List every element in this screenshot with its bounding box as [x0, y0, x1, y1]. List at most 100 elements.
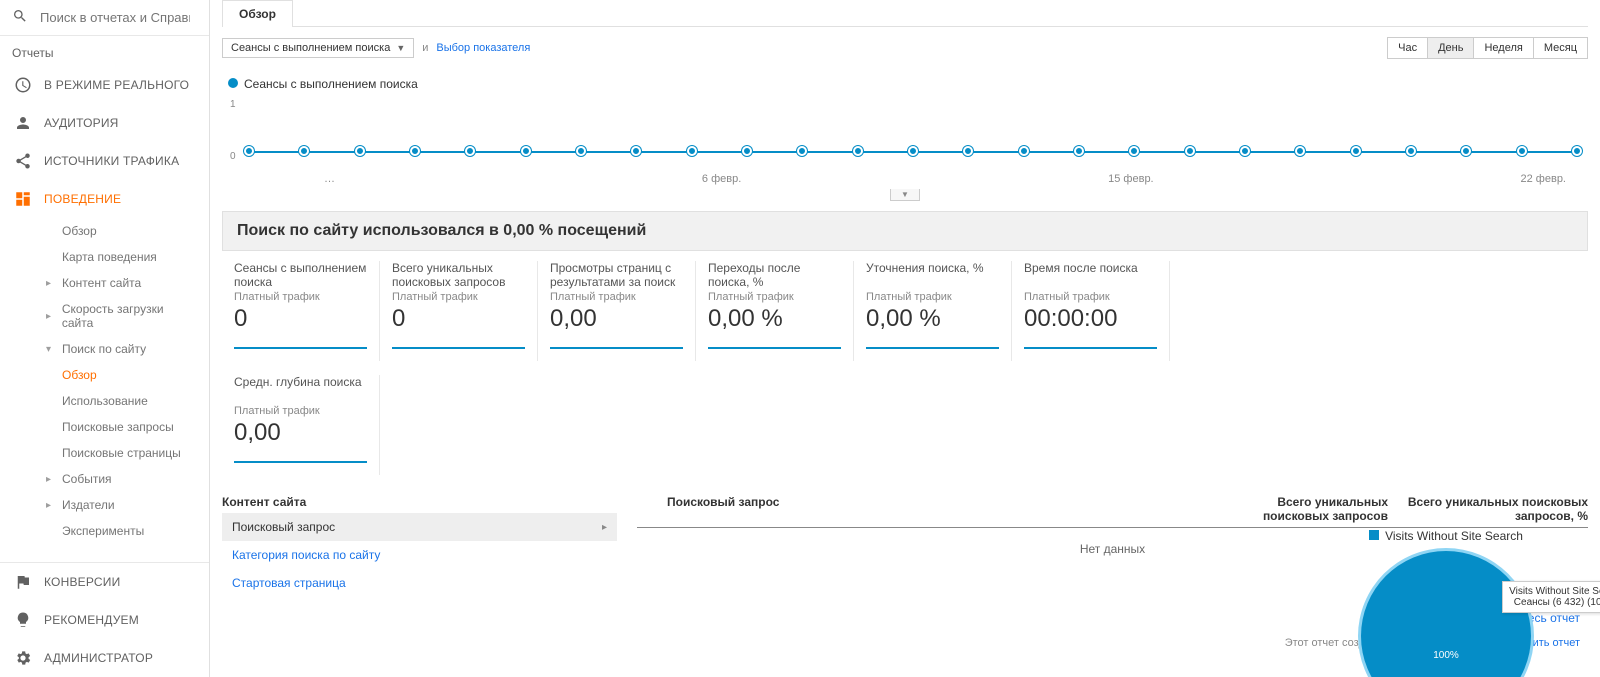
- sidebar-item-search-usage[interactable]: Использование: [26, 388, 209, 414]
- chart-point[interactable]: [1240, 146, 1250, 156]
- sub-label: Поисковые страницы: [62, 446, 181, 460]
- nav-realtime[interactable]: В РЕЖИМЕ РЕАЛЬНОГО: [0, 66, 209, 104]
- metric-title: Уточнения поиска, %: [866, 261, 999, 289]
- sidebar-item-experiments[interactable]: Эксперименты: [26, 518, 209, 544]
- chart-legend-label: Сеансы с выполнением поиска: [244, 77, 418, 91]
- chart-point[interactable]: [299, 146, 309, 156]
- sidebar-item-site-search[interactable]: ▾Поиск по сайту: [26, 336, 209, 362]
- sidebar-item-events[interactable]: ▸События: [26, 466, 209, 492]
- search-input[interactable]: [40, 10, 190, 25]
- sidebar-search[interactable]: [0, 0, 209, 36]
- clock-icon: [12, 76, 34, 94]
- sidebar-item-overview[interactable]: Обзор: [26, 218, 209, 244]
- chart-point[interactable]: [1129, 146, 1139, 156]
- metric-card[interactable]: Уточнения поиска, % Платный трафик 0,00 %: [854, 261, 1012, 361]
- dim-search-term[interactable]: Поисковый запрос ▸: [222, 513, 617, 541]
- chart-point[interactable]: [742, 146, 752, 156]
- sidebar: Отчеты В РЕЖИМЕ РЕАЛЬНОГО АУДИТОРИЯ ИСТО…: [0, 0, 210, 677]
- sidebar-item-site-speed[interactable]: ▸Скорость загрузки сайта: [26, 296, 209, 336]
- metric-card[interactable]: Время после поискаПлатный трафик00:00:00: [1012, 261, 1170, 361]
- chart-point[interactable]: [1295, 146, 1305, 156]
- pie-chart[interactable]: 100% Visits Without Site Search Сеансы (…: [1361, 551, 1531, 677]
- sidebar-item-behavior-flow[interactable]: Карта поведения: [26, 244, 209, 270]
- chart-point[interactable]: [244, 146, 254, 156]
- chart-point[interactable]: [1351, 146, 1361, 156]
- dim-start-page[interactable]: Стартовая страница: [222, 569, 617, 597]
- chart-point[interactable]: [355, 146, 365, 156]
- tab-overview[interactable]: Обзор: [222, 0, 293, 27]
- chart-point[interactable]: [410, 146, 420, 156]
- nav-admin[interactable]: АДМИНИСТРАТОР: [0, 639, 209, 677]
- usage-banner: Поиск по сайту использовался в 0,00 % по…: [222, 211, 1588, 251]
- time-hour[interactable]: Час: [1388, 38, 1428, 58]
- pie-center-label: 100%: [1433, 650, 1459, 661]
- metric-card[interactable]: Всего уникальных поисковых запросовПлатн…: [380, 261, 538, 361]
- sub-label: Издатели: [62, 498, 115, 512]
- chart-point[interactable]: [797, 146, 807, 156]
- add-metric-link[interactable]: Выбор показателя: [436, 42, 530, 54]
- metric-card[interactable]: Переходы после поиска, %Платный трафик0,…: [696, 261, 854, 361]
- sidebar-item-search-pages[interactable]: Поисковые страницы: [26, 440, 209, 466]
- metric-card[interactable]: Просмотры страниц с результатами за поис…: [538, 261, 696, 361]
- metric-selector[interactable]: Сеансы с выполнением поиска ▼: [222, 38, 414, 58]
- x-tick: 6 февр.: [702, 173, 741, 185]
- chart-point[interactable]: [576, 146, 586, 156]
- metric-subtitle: Платный трафик: [550, 291, 683, 303]
- nav-acquisition[interactable]: ИСТОЧНИКИ ТРАФИКА: [0, 142, 209, 180]
- nav-conversions[interactable]: КОНВЕРСИИ: [0, 563, 209, 601]
- dim-label: Поисковый запрос: [232, 520, 335, 534]
- time-month[interactable]: Месяц: [1534, 38, 1587, 58]
- chevron-down-icon: ▼: [396, 43, 405, 53]
- metric-title: Переходы после поиска, %: [708, 261, 841, 289]
- nav-label: АДМИНИСТРАТОР: [44, 651, 153, 665]
- col-total-unique: Всего уникальных поисковых запросов: [1258, 495, 1388, 523]
- metric-selector-label: Сеансы с выполнением поиска: [231, 42, 390, 54]
- nav-discover[interactable]: РЕКОМЕНДУЕМ: [0, 601, 209, 639]
- nav-behavior[interactable]: ПОВЕДЕНИЕ: [0, 180, 209, 218]
- chart-point[interactable]: [1019, 146, 1029, 156]
- chart-point[interactable]: [1185, 146, 1195, 156]
- metric-card[interactable]: Средн. глубина поискаПлатный трафик0,00: [222, 375, 380, 475]
- chart-point[interactable]: [963, 146, 973, 156]
- pie-tooltip: Visits Without Site Search Сеансы (6 432…: [1502, 581, 1600, 613]
- chart-expander[interactable]: ▼: [890, 189, 920, 201]
- legend-dot-icon: [228, 78, 238, 88]
- metric-subtitle: Платный трафик: [392, 291, 525, 303]
- chart-point[interactable]: [1074, 146, 1084, 156]
- pie-area: Visits Without Site Search 100% Visits W…: [1316, 529, 1576, 677]
- sidebar-item-site-content[interactable]: ▸Контент сайта: [26, 270, 209, 296]
- dim-search-category[interactable]: Категория поиска по сайту: [222, 541, 617, 569]
- col-total-unique-pct: Всего уникальных поисковых запросов, %: [1388, 495, 1588, 523]
- bulb-icon: [12, 611, 34, 629]
- nav-label: КОНВЕРСИИ: [44, 575, 120, 589]
- chart-point[interactable]: [521, 146, 531, 156]
- chart-point[interactable]: [687, 146, 697, 156]
- chart-point[interactable]: [631, 146, 641, 156]
- chart-point[interactable]: [1406, 146, 1416, 156]
- chart-point[interactable]: [1517, 146, 1527, 156]
- chart-point[interactable]: [465, 146, 475, 156]
- metric-subtitle: Платный трафик: [708, 291, 841, 303]
- sub-label: Обзор: [62, 368, 97, 382]
- chart-point[interactable]: [853, 146, 863, 156]
- sidebar-item-search-overview[interactable]: Обзор: [26, 362, 209, 388]
- chart-point[interactable]: [908, 146, 918, 156]
- metric-subtitle: Платный трафик: [866, 291, 999, 303]
- chart-point[interactable]: [1572, 146, 1582, 156]
- chart-point[interactable]: [1461, 146, 1471, 156]
- sub-label: Скорость загрузки сайта: [62, 302, 197, 330]
- sub-label: Поисковые запросы: [62, 420, 174, 434]
- time-granularity: Час День Неделя Месяц: [1387, 37, 1588, 59]
- metric-subtitle: Платный трафик: [1024, 291, 1157, 303]
- nav-audience[interactable]: АУДИТОРИЯ: [0, 104, 209, 142]
- metric-value: 0,00 %: [866, 305, 999, 333]
- metric-card[interactable]: Сеансы с выполнением поискаПлатный трафи…: [222, 261, 380, 361]
- metric-subtitle: Платный трафик: [234, 405, 367, 417]
- sub-label: Карта поведения: [62, 250, 157, 264]
- search-icon: [12, 8, 28, 27]
- time-week[interactable]: Неделя: [1474, 38, 1533, 58]
- sidebar-item-search-terms[interactable]: Поисковые запросы: [26, 414, 209, 440]
- sub-label: Контент сайта: [62, 276, 141, 290]
- sidebar-item-publishers[interactable]: ▸Издатели: [26, 492, 209, 518]
- time-day[interactable]: День: [1428, 38, 1474, 58]
